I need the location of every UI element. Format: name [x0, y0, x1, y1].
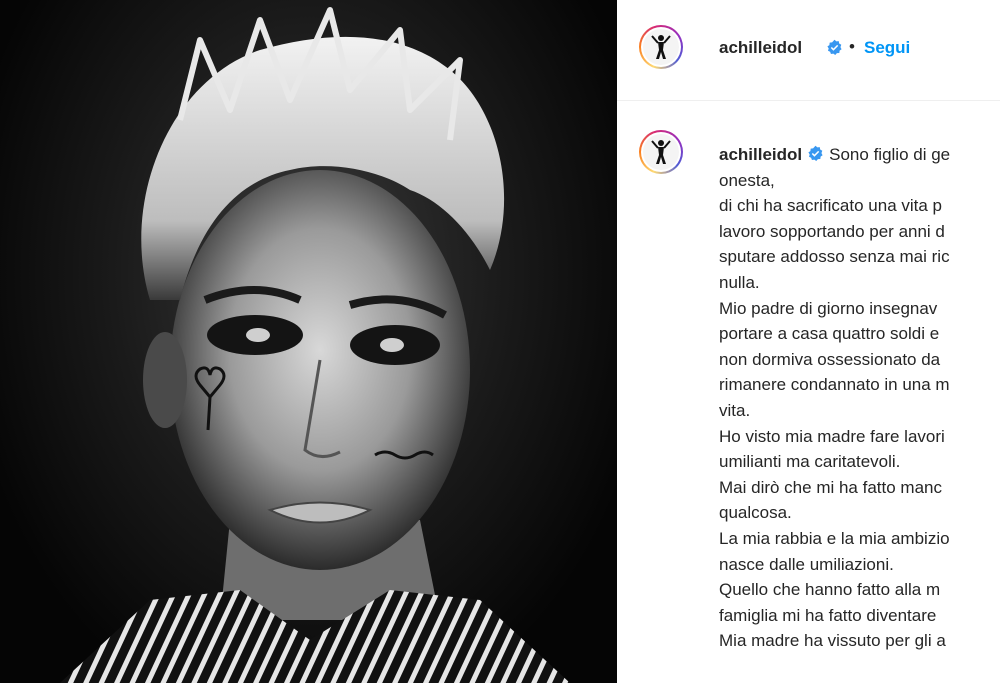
post-caption: achilleidol Sono figlio di ge onesta, di …	[719, 142, 1000, 654]
caption-text-line: vita.	[719, 400, 751, 420]
post-username[interactable]: achilleidol	[719, 38, 802, 58]
caption-text-line: nulla.	[719, 272, 760, 292]
portrait-image	[60, 7, 570, 683]
post-side-panel: achilleidol • Segui achilleidol Sono figl…	[617, 0, 1000, 683]
caption-first-line: achilleidol Sono figlio di ge	[719, 142, 1000, 168]
caption-text-line: onesta,	[719, 170, 775, 190]
caption-text-line: lavoro sopportando per anni d	[719, 221, 945, 241]
caption-text-line: famiglia mi ha fatto diventare	[719, 605, 937, 625]
caption-text-line: umilianti ma caritatevoli.	[719, 452, 901, 472]
follow-button[interactable]: Segui	[864, 38, 910, 58]
caption-text-line: Mio padre di giorno insegnav	[719, 298, 938, 318]
avatar-figure-icon	[651, 35, 671, 59]
caption-text-line: Quello che hanno fatto alla m	[719, 580, 941, 600]
caption-text-line: portare a casa quattro soldi e	[719, 324, 940, 344]
caption-username[interactable]: achilleidol	[719, 145, 802, 164]
caption-text-line: Sono figlio di ge	[829, 145, 951, 164]
caption-text-line: di chi ha sacrificato una vita p	[719, 196, 943, 216]
caption-text-line: rimanere condannato in una m	[719, 375, 950, 395]
post-header: achilleidol • Segui	[617, 0, 1000, 101]
caption-text-line: La mia rabbia e la mia ambizio	[719, 528, 950, 548]
caption-text-line: Mia madre ha vissuto per gli a	[719, 631, 946, 651]
avatar-figure-icon	[651, 140, 671, 164]
separator-dot: •	[849, 37, 855, 56]
caption-text-line: Mai dirò che mi ha fatto manc	[719, 477, 942, 497]
caption-text-line: non dormiva ossessionato da	[719, 349, 941, 369]
caption-text-line: Ho visto mia madre fare lavori	[719, 426, 945, 446]
verified-badge-icon	[827, 39, 842, 56]
caption-text-line: sputare addosso senza mai ric	[719, 247, 950, 267]
caption-text-line: nasce dalle umiliazioni.	[719, 554, 894, 574]
post-photo[interactable]	[0, 0, 617, 683]
caption-avatar[interactable]	[639, 130, 683, 174]
verified-badge-icon	[808, 145, 823, 162]
avatar[interactable]	[639, 25, 683, 69]
caption-text-line: qualcosa.	[719, 503, 792, 523]
